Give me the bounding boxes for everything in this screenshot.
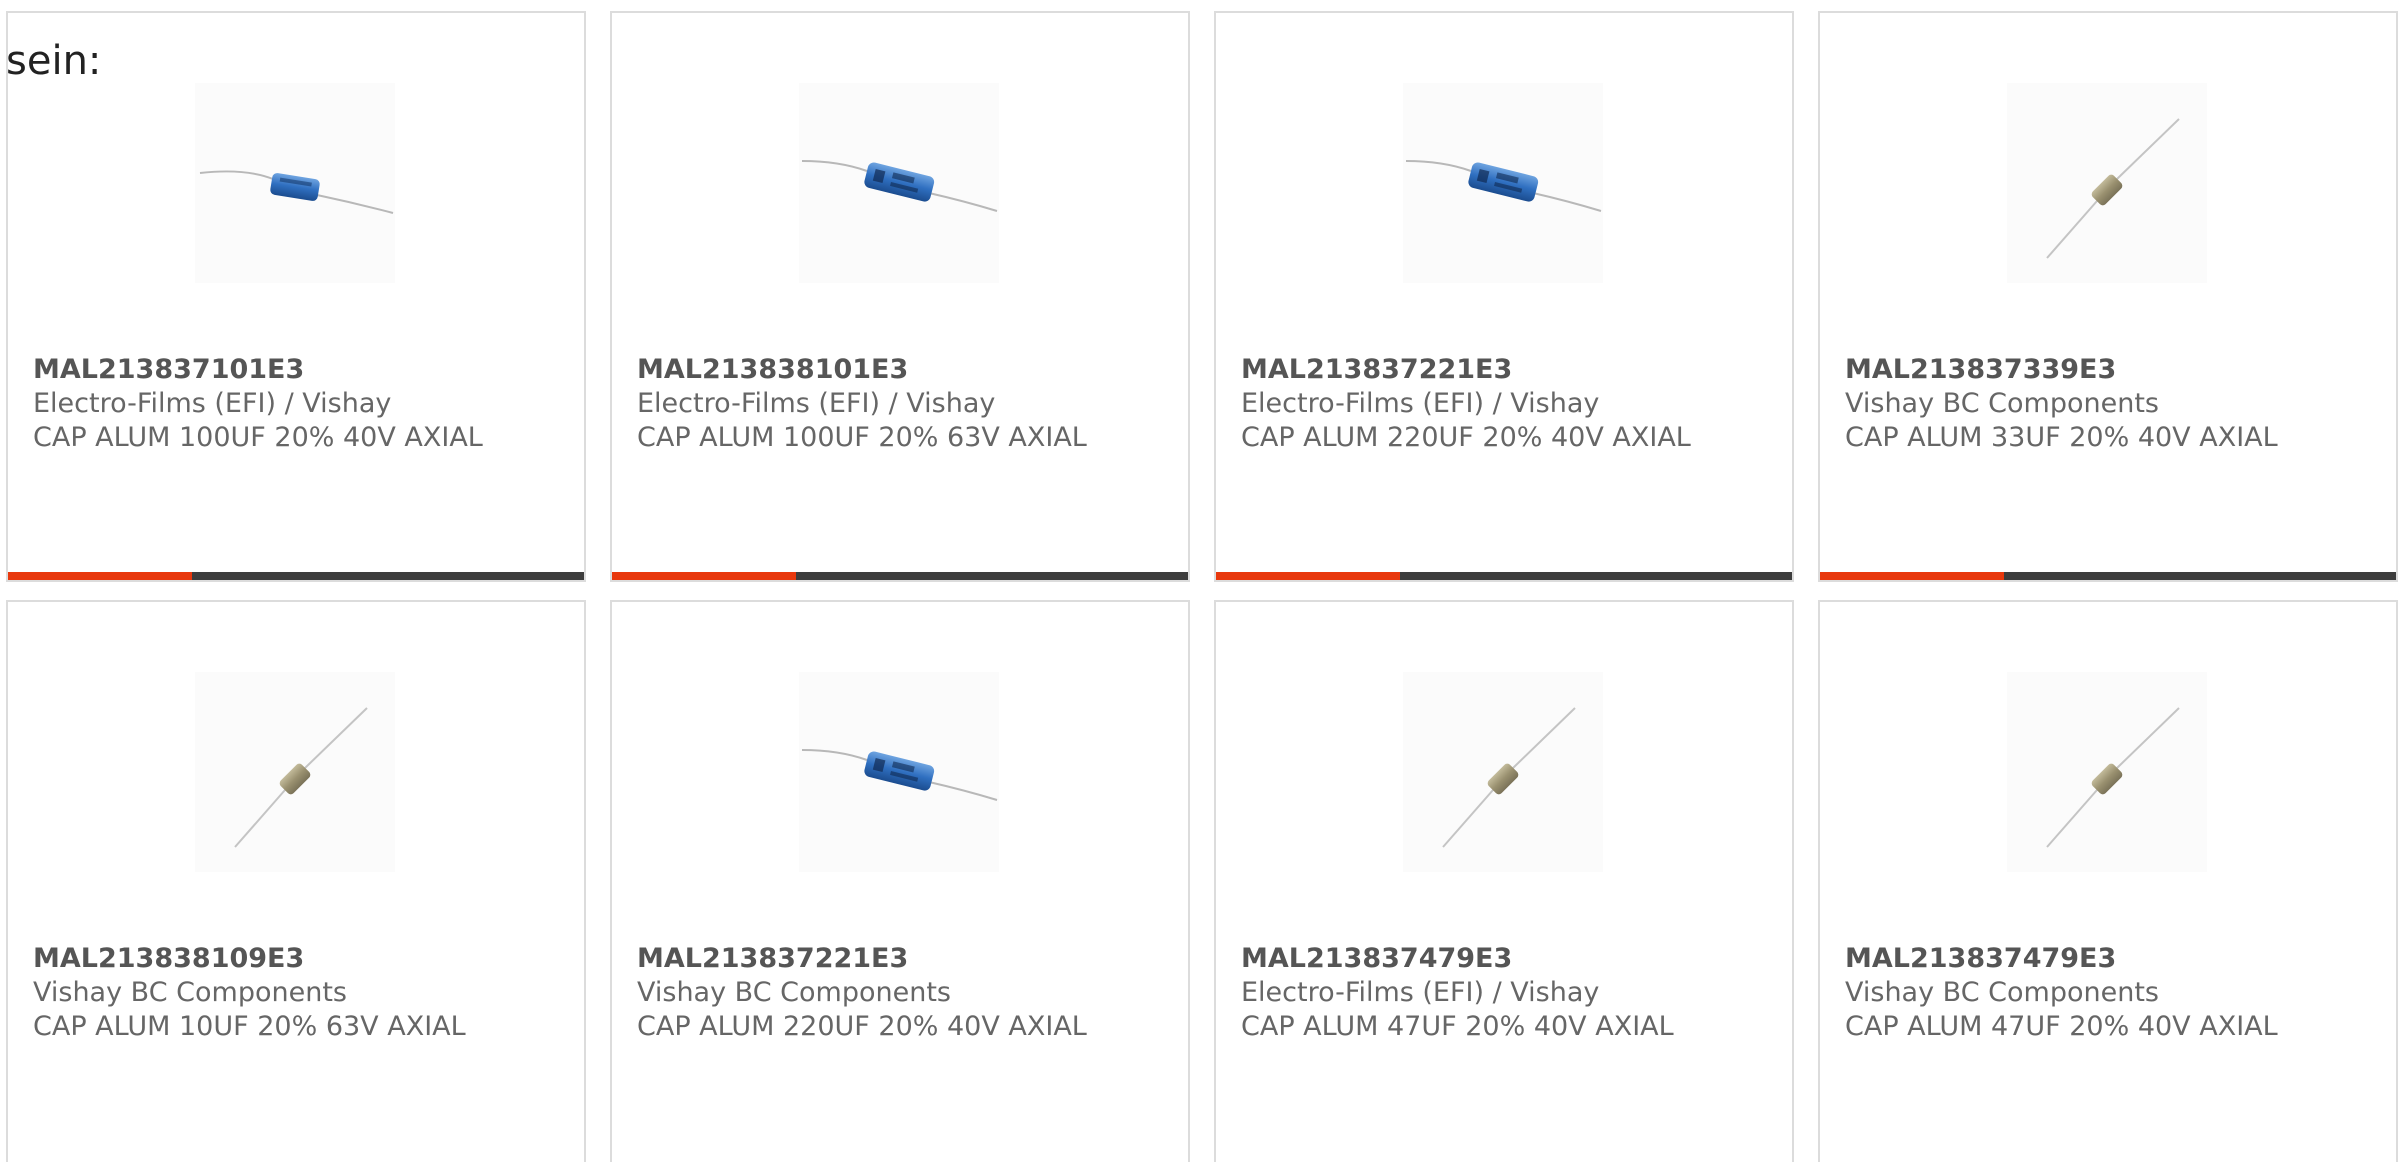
manufacturer: Vishay BC Components (637, 977, 951, 1008)
product-info: MAL213837479E3 Electro-Films (EFI) / Vis… (1241, 942, 1782, 1044)
product-image[interactable] (195, 83, 395, 283)
blue-capacitor-icon (199, 170, 394, 214)
description: CAP ALUM 47UF 20% 40V AXIAL (1241, 1011, 1674, 1042)
part-number[interactable]: MAL213837221E3 (1241, 353, 1782, 387)
product-info: MAL213837221E3 Vishay BC Components CAP … (637, 942, 1178, 1044)
part-number[interactable]: MAL213837339E3 (1845, 353, 2386, 387)
product-info: MAL213837101E3 Electro-Films (EFI) / Vis… (33, 353, 574, 455)
blue-capacitor-icon (1405, 160, 1602, 212)
product-card[interactable]: MAL213837479E3 Electro-Films (EFI) / Vis… (1214, 600, 1794, 1162)
beige-capacitor-icon (2046, 707, 2180, 848)
manufacturer: Vishay BC Components (1845, 977, 2159, 1008)
product-info: MAL213837221E3 Electro-Films (EFI) / Vis… (1241, 353, 1782, 455)
beige-capacitor-icon (2046, 118, 2180, 259)
product-image[interactable] (799, 672, 999, 872)
part-number[interactable]: MAL213837101E3 (33, 353, 574, 387)
lead-text: sein: (6, 38, 102, 84)
product-info: MAL213838109E3 Vishay BC Components CAP … (33, 942, 574, 1044)
product-info: MAL213837479E3 Vishay BC Components CAP … (1845, 942, 2386, 1044)
product-info: MAL213837339E3 Vishay BC Components CAP … (1845, 353, 2386, 455)
description: CAP ALUM 100UF 20% 63V AXIAL (637, 422, 1087, 453)
manufacturer: Vishay BC Components (1845, 388, 2159, 419)
progress-fill (1216, 572, 1401, 580)
part-number[interactable]: MAL213838109E3 (33, 942, 574, 976)
description: CAP ALUM 33UF 20% 40V AXIAL (1845, 422, 2278, 453)
part-number[interactable]: MAL213837479E3 (1845, 942, 2386, 976)
manufacturer: Electro-Films (EFI) / Vishay (637, 388, 996, 419)
description: CAP ALUM 220UF 20% 40V AXIAL (1241, 422, 1691, 453)
description: CAP ALUM 220UF 20% 40V AXIAL (637, 1011, 1087, 1042)
progress-bar (1820, 572, 2396, 580)
product-card[interactable]: MAL213838109E3 Vishay BC Components CAP … (6, 600, 586, 1162)
product-grid-page: sein: MAL213837101E3 Electro-Films (EFI)… (0, 0, 2400, 1162)
progress-fill (1820, 572, 2005, 580)
beige-capacitor-icon (234, 707, 368, 848)
part-number[interactable]: MAL213837221E3 (637, 942, 1178, 976)
progress-fill (612, 572, 797, 580)
product-card[interactable]: MAL213837101E3 Electro-Films (EFI) / Vis… (6, 11, 586, 582)
beige-capacitor-icon (1442, 707, 1576, 848)
product-image[interactable] (2007, 672, 2207, 872)
product-image[interactable] (799, 83, 999, 283)
progress-bar (8, 572, 584, 580)
product-card[interactable]: MAL213837339E3 Vishay BC Components CAP … (1818, 11, 2398, 582)
manufacturer: Electro-Films (EFI) / Vishay (1241, 388, 1600, 419)
product-info: MAL213838101E3 Electro-Films (EFI) / Vis… (637, 353, 1178, 455)
product-image[interactable] (1403, 83, 1603, 283)
product-card[interactable]: MAL213838101E3 Electro-Films (EFI) / Vis… (610, 11, 1190, 582)
description: CAP ALUM 10UF 20% 63V AXIAL (33, 1011, 466, 1042)
progress-bar (612, 572, 1188, 580)
manufacturer: Electro-Films (EFI) / Vishay (1241, 977, 1600, 1008)
progress-bar (1216, 572, 1792, 580)
blue-capacitor-icon (801, 160, 998, 212)
product-card[interactable]: MAL213837479E3 Vishay BC Components CAP … (1818, 600, 2398, 1162)
product-image[interactable] (1403, 672, 1603, 872)
product-card[interactable]: MAL213837221E3 Electro-Films (EFI) / Vis… (1214, 11, 1794, 582)
part-number[interactable]: MAL213838101E3 (637, 353, 1178, 387)
description: CAP ALUM 47UF 20% 40V AXIAL (1845, 1011, 2278, 1042)
progress-fill (8, 572, 193, 580)
product-card[interactable]: MAL213837221E3 Vishay BC Components CAP … (610, 600, 1190, 1162)
product-image[interactable] (2007, 83, 2207, 283)
manufacturer: Vishay BC Components (33, 977, 347, 1008)
description: CAP ALUM 100UF 20% 40V AXIAL (33, 422, 483, 453)
part-number[interactable]: MAL213837479E3 (1241, 942, 1782, 976)
product-image[interactable] (195, 672, 395, 872)
blue-capacitor-icon (801, 749, 998, 801)
manufacturer: Electro-Films (EFI) / Vishay (33, 388, 392, 419)
